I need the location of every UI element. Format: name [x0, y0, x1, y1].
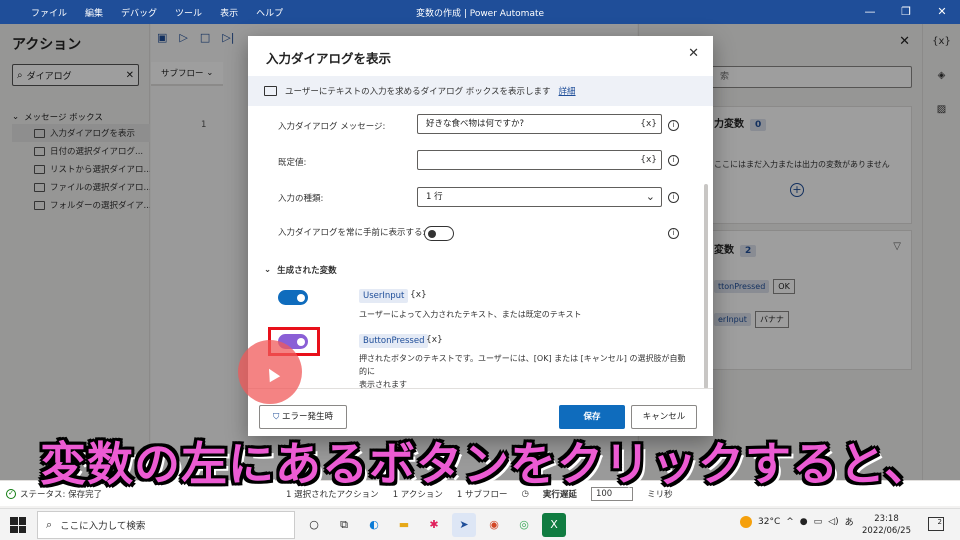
- input-type-label: 入力の種類:: [278, 194, 324, 204]
- input-type-select[interactable]: 1 行 ⌄: [417, 187, 662, 207]
- powerpoint-icon[interactable]: ◉: [482, 513, 506, 537]
- volume-icon[interactable]: ◁): [828, 517, 838, 527]
- details-link[interactable]: 詳細: [559, 85, 576, 97]
- search-icon: ⌕: [46, 518, 53, 531]
- slack-icon[interactable]: ✱: [422, 513, 446, 537]
- userinput-variable-chip[interactable]: UserInput: [359, 289, 409, 303]
- notification-icon[interactable]: 2: [928, 517, 944, 531]
- maximize-button[interactable]: ❐: [888, 0, 924, 24]
- menu-bar: ファイル 編集 デバッグ ツール 表示 ヘルプ: [0, 6, 292, 19]
- chevron-down-icon: ⌄: [645, 190, 655, 203]
- clock-time: 23:18: [874, 514, 899, 524]
- power-automate-icon[interactable]: ➤: [452, 513, 476, 537]
- shield-icon: ⛉: [272, 412, 283, 422]
- minimize-button[interactable]: —: [852, 0, 888, 24]
- on-error-label: エラー発生時: [282, 412, 334, 422]
- default-input[interactable]: {x}: [417, 150, 662, 170]
- taskbar-apps: ○ ⧉ ◐ ▬ ✱ ➤ ◉ ◎ X: [302, 513, 566, 537]
- file-explorer-icon[interactable]: ▬: [392, 513, 416, 537]
- userinput-description: ユーザーによって入力されたテキスト、または既定のテキスト: [359, 310, 582, 319]
- info-text: ユーザーにテキストの入力を求めるダイアログ ボックスを表示します: [285, 87, 551, 97]
- clock-date: 2022/06/25: [862, 526, 911, 536]
- cortana-icon[interactable]: ○: [302, 513, 326, 537]
- message-value: 好きな食べ物は何ですか?: [426, 119, 525, 129]
- info-icon[interactable]: i: [668, 192, 679, 203]
- buttonpressed-variable-chip[interactable]: ButtonPressed: [359, 334, 429, 348]
- mic-icon: ●: [799, 516, 808, 527]
- menu-tools[interactable]: ツール: [166, 6, 211, 19]
- menu-debug[interactable]: デバッグ: [112, 6, 166, 19]
- buttonpressed-description: 押されたボタンのテキストです。ユーザーには、[OK] または [キャンセル] の…: [359, 354, 686, 389]
- chevron-up-icon[interactable]: ^: [786, 517, 794, 527]
- info-icon[interactable]: i: [668, 228, 679, 239]
- windows-start-icon[interactable]: [10, 517, 26, 533]
- dialog-title: 入力ダイアログを表示: [266, 51, 392, 66]
- taskbar-search-placeholder: ここに入力して検索: [60, 521, 146, 532]
- close-window-button[interactable]: ✕: [924, 0, 960, 24]
- save-button[interactable]: 保存: [559, 405, 625, 429]
- section-label: 生成された変数: [277, 266, 337, 276]
- input-dialog-modal: 入力ダイアログを表示 ✕ ユーザーにテキストの入力を求めるダイアログ ボックスを…: [248, 36, 713, 436]
- variable-picker-icon[interactable]: {x}: [640, 115, 657, 133]
- default-label: 既定値:: [278, 158, 307, 168]
- close-icon[interactable]: ✕: [688, 46, 699, 61]
- dialog-info-bar: ユーザーにテキストの入力を求めるダイアログ ボックスを表示します 詳細: [248, 76, 713, 106]
- temperature: 32°C: [758, 516, 781, 527]
- cancel-button[interactable]: キャンセル: [631, 405, 697, 429]
- check-icon: ✓: [6, 488, 16, 499]
- title-bar: ファイル 編集 デバッグ ツール 表示 ヘルプ 変数の作成 | Power Au…: [0, 0, 960, 24]
- generated-variables-section[interactable]: ⌄ 生成された変数: [264, 264, 337, 276]
- topmost-label: 入力ダイアログを常に手前に表示する:: [278, 228, 426, 238]
- variable-picker-icon[interactable]: {x}: [640, 151, 657, 169]
- menu-file[interactable]: ファイル: [22, 6, 76, 19]
- system-tray: 32°C ^ ● ▭ ◁) あ: [740, 515, 854, 528]
- ime-indicator[interactable]: あ: [845, 515, 854, 528]
- chrome-icon[interactable]: ◎: [512, 513, 536, 537]
- on-error-button[interactable]: ⛉ エラー発生時: [259, 405, 347, 429]
- topmost-toggle[interactable]: [424, 226, 454, 241]
- video-caption: 変数の左にあるボタンをクリックすると、: [40, 437, 932, 491]
- network-icon[interactable]: ▭: [814, 517, 823, 527]
- task-view-icon[interactable]: ⧉: [332, 513, 356, 537]
- message-icon: [264, 86, 277, 96]
- menu-edit[interactable]: 編集: [76, 6, 112, 19]
- variable-token-icon: {x}: [410, 290, 427, 300]
- windows-taskbar: ⌕ ここに入力して検索 ○ ⧉ ◐ ▬ ✱ ➤ ◉ ◎ X 32°C ^ ● ▭…: [0, 508, 960, 540]
- info-icon[interactable]: i: [668, 120, 679, 131]
- taskbar-search-input[interactable]: ⌕ ここに入力して検索: [37, 511, 295, 539]
- variable-token-icon: {x}: [426, 335, 443, 345]
- excel-icon[interactable]: X: [542, 513, 566, 537]
- info-icon[interactable]: i: [668, 155, 679, 166]
- menu-view[interactable]: 表示: [211, 6, 247, 19]
- weather-icon: [740, 515, 752, 528]
- taskbar-clock[interactable]: 23:18 2022/06/25: [862, 513, 911, 537]
- message-label: 入力ダイアログ メッセージ:: [278, 122, 386, 132]
- menu-help[interactable]: ヘルプ: [247, 6, 292, 19]
- edge-icon[interactable]: ◐: [362, 513, 386, 537]
- chevron-down-icon: ⌄: [264, 265, 272, 275]
- message-input[interactable]: 好きな食べ物は何ですか? {x}: [417, 114, 662, 134]
- input-type-value: 1 行: [426, 192, 443, 202]
- dialog-scrollbar[interactable]: [704, 184, 708, 389]
- userinput-toggle[interactable]: [278, 290, 308, 305]
